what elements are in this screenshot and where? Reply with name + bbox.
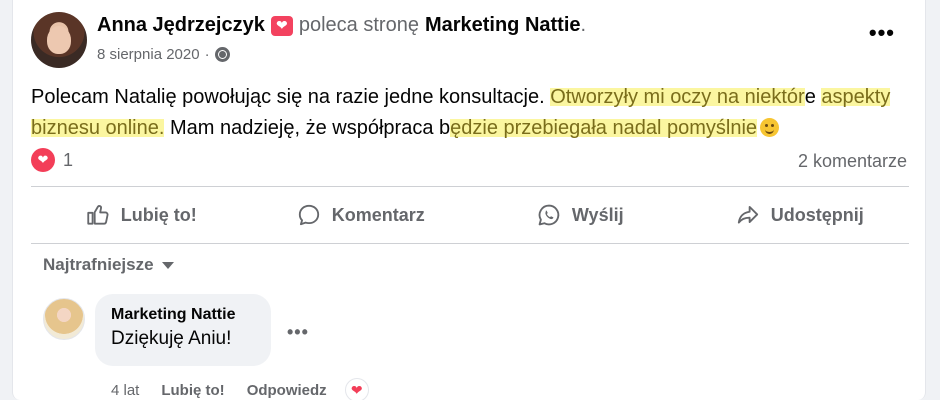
share-label: Udostępnij <box>770 204 864 225</box>
thumbs-up-icon <box>87 205 109 225</box>
globe-icon <box>214 47 230 62</box>
send-button[interactable]: Wyślij <box>470 188 690 242</box>
comment-bubble-icon <box>298 204 319 226</box>
comment-love-reaction-icon[interactable]: ❤ <box>344 378 369 400</box>
like-label: Lubię to! <box>120 204 197 225</box>
post-text: Polecam Natalię powołując się na razie j… <box>31 82 911 144</box>
post-date[interactable]: 8 sierpnia 2020 <box>97 46 200 63</box>
comment-bubble: Marketing Nattie Dziękuję Aniu! <box>95 294 271 366</box>
comment-age[interactable]: 4 lat <box>111 382 139 399</box>
post-text-highlight: Otworzyły mi oczy na niektór <box>550 86 805 108</box>
reactions-summary[interactable]: ❤ 1 <box>31 148 73 172</box>
recommend-flag-icon: ❤ <box>270 15 293 36</box>
share-arrow-icon <box>737 205 758 224</box>
commenter-name[interactable]: Marketing Nattie <box>111 306 255 324</box>
comment-text: Dziękuję Aniu! <box>111 328 232 349</box>
love-reaction-icon: ❤ <box>31 148 55 172</box>
page-name[interactable]: Marketing Nattie <box>425 14 581 36</box>
meta-separator: · <box>204 46 210 63</box>
reaction-count: 1 <box>63 149 74 170</box>
sort-label: Najtrafniejsze <box>43 255 154 274</box>
comment-label: Komentarz <box>331 204 425 225</box>
post-meta: 8 sierpnia 2020 · <box>97 46 230 63</box>
share-button[interactable]: Udostępnij <box>690 188 910 242</box>
post-text-highlight: a <box>821 86 833 108</box>
header-period: . <box>580 14 587 36</box>
comment-like-button[interactable]: Lubię to! <box>161 382 224 399</box>
post-options-button[interactable]: ••• <box>869 22 895 44</box>
comment-sort-dropdown[interactable]: Najtrafniejsze <box>43 255 174 275</box>
post-text-part: Polecam Natalię powołując się na razie j… <box>31 86 551 108</box>
page-name-link[interactable]: Marketing Nattie. <box>425 14 586 37</box>
divider <box>31 243 909 244</box>
comment-meta: 4 lat Lubię to! Odpowiedz ❤ <box>111 378 369 400</box>
post-card: Anna Jędrzejczyk ❤ poleca stronę Marketi… <box>12 0 926 400</box>
send-label: Wyślij <box>571 204 624 225</box>
comment-options-button[interactable]: ••• <box>287 322 309 343</box>
post-actions-bar: Lubię to! Komentarz Wyślij Udostępnij <box>31 188 909 242</box>
like-button[interactable]: Lubię to! <box>31 188 251 242</box>
divider <box>31 186 909 187</box>
post-text-part: e <box>804 86 822 108</box>
post-text-highlight: ędzie przebiegała nadal pomyślnie <box>450 117 758 139</box>
comments-count-link[interactable]: 2 komentarze <box>798 151 907 172</box>
comment-button[interactable]: Komentarz <box>251 188 471 242</box>
smile-emoji-icon <box>760 118 780 137</box>
caret-down-icon <box>161 261 174 269</box>
recommend-verb: poleca stronę <box>298 14 419 36</box>
author-name[interactable]: Anna Jędrzejczyk <box>97 14 265 37</box>
commenter-avatar[interactable] <box>43 298 85 340</box>
comment-reply-button[interactable]: Odpowiedz <box>247 382 327 399</box>
post-text-part: Mam nadzieję, że współpraca b <box>164 117 451 139</box>
author-avatar[interactable] <box>31 12 87 68</box>
whatsapp-icon <box>538 204 560 226</box>
post-header: Anna Jędrzejczyk ❤ poleca stronę Marketi… <box>97 14 586 37</box>
